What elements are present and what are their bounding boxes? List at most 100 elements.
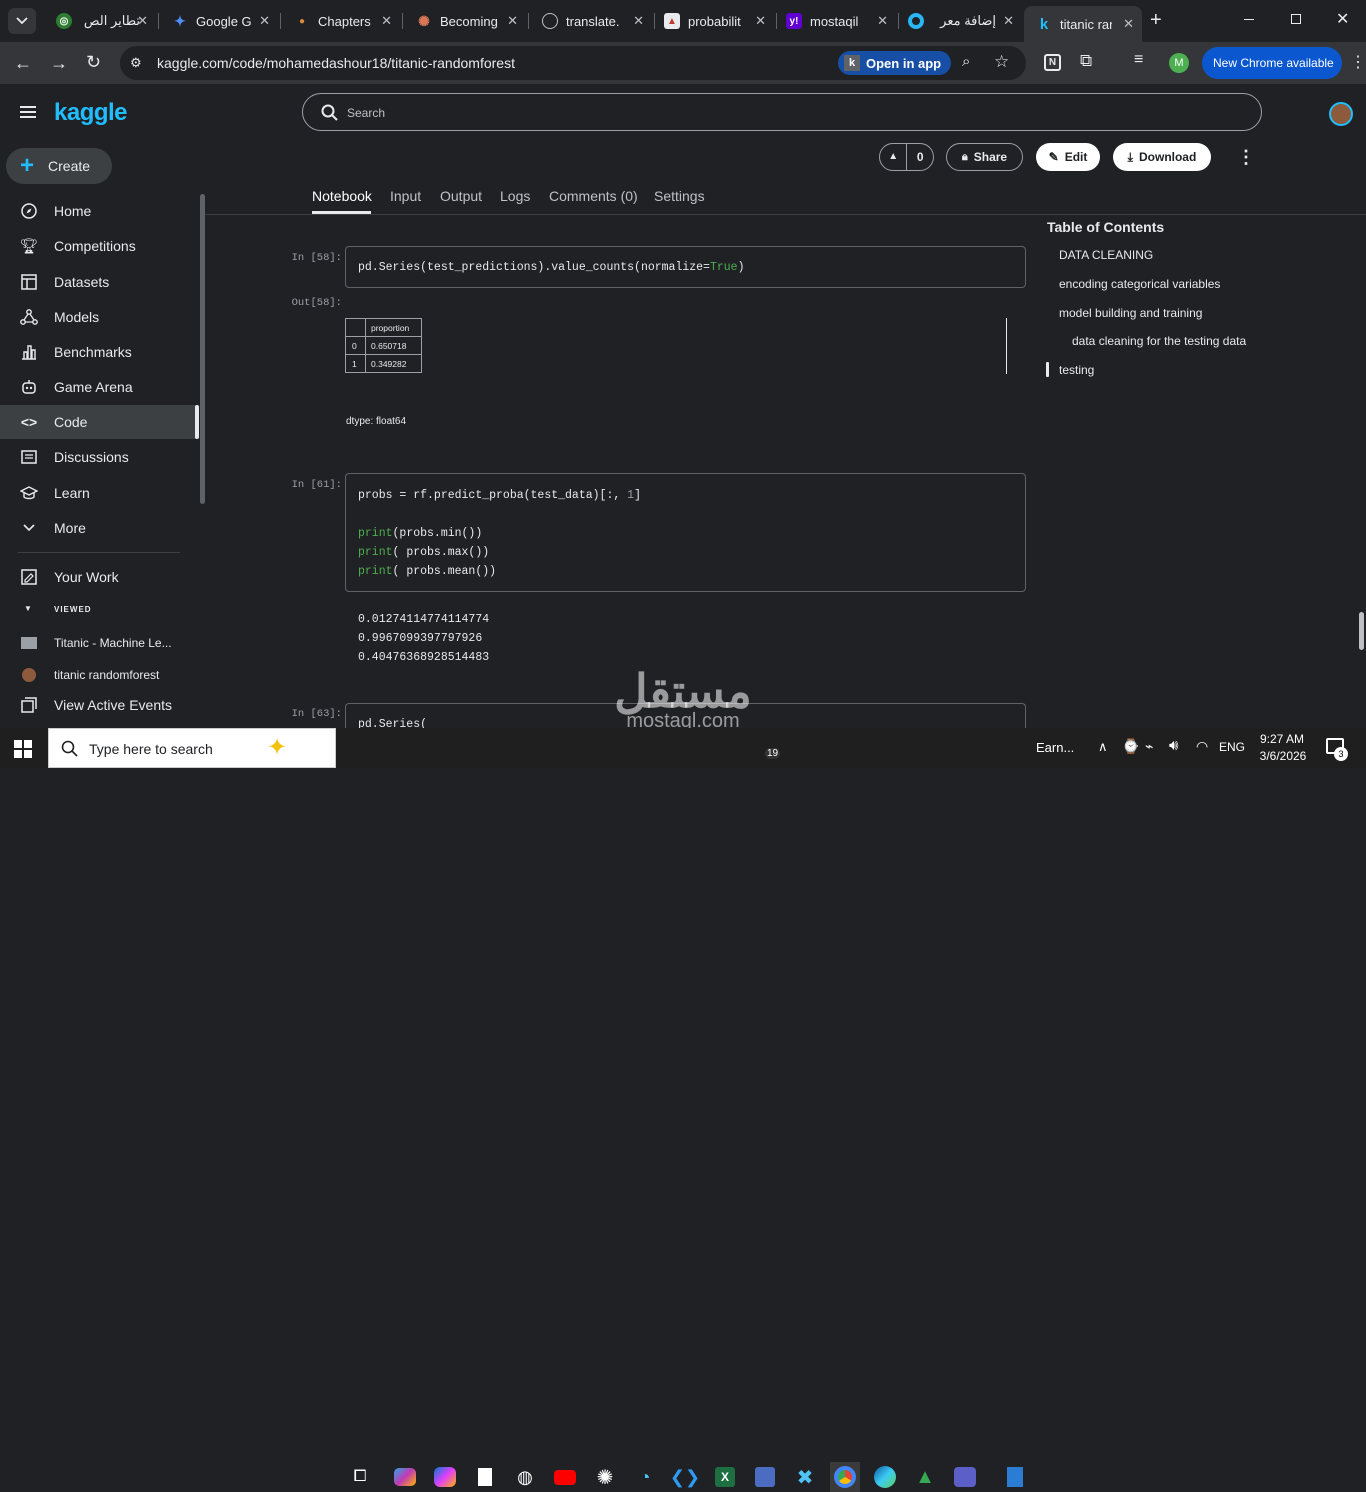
taskbar-earn-label[interactable]: Earn... (1036, 740, 1074, 755)
share-button[interactable]: 🔒︎ Share (946, 143, 1023, 171)
tab-settings[interactable]: Settings (654, 188, 705, 204)
bookmark-star-icon[interactable]: ☆ (994, 52, 1009, 72)
tray-device-icon[interactable]: ⌚ (1122, 738, 1139, 755)
tab-input[interactable]: Input (390, 188, 421, 204)
close-icon[interactable]: ✕ (633, 13, 644, 29)
browser-tab[interactable]: ✺ Becoming ✕ (404, 6, 526, 36)
tray-volume-icon[interactable]: 🔊︎ (1169, 737, 1178, 754)
more-options-icon[interactable]: ⋮ (1237, 147, 1255, 168)
browser-tab[interactable]: translate. ✕ (530, 6, 652, 36)
create-button[interactable]: + Create (6, 148, 112, 184)
task-view-icon[interactable]: ⧠ (345, 1462, 375, 1492)
browser-tab[interactable]: ● Chapters ✕ (282, 6, 400, 36)
kaggle-logo[interactable]: kaggle (54, 99, 128, 127)
code-cell[interactable]: probs = rf.predict_proba(test_data)[:, 1… (345, 473, 1026, 592)
hamburger-menu-icon[interactable] (20, 106, 36, 118)
word-doc-icon[interactable] (1000, 1462, 1030, 1492)
teams-badge-icon[interactable] (750, 1462, 780, 1492)
taskbar-search[interactable]: Type here to search ✦ (48, 728, 336, 768)
close-window-button[interactable]: ✕ (1336, 9, 1349, 29)
sidebar-item-view-active-events[interactable]: View Active Events (0, 688, 200, 722)
new-tab-button[interactable]: + (1150, 9, 1162, 32)
download-button[interactable]: ⤓ Download (1113, 143, 1211, 171)
reload-icon[interactable]: ↻ (86, 52, 101, 73)
sidebar-scrollbar[interactable] (200, 194, 205, 504)
open-in-app-button[interactable]: k Open in app (838, 51, 952, 75)
sidebar-item-discussions[interactable]: Discussions (0, 440, 200, 474)
tab-comments[interactable]: Comments (0) (549, 188, 638, 204)
close-icon[interactable]: ✕ (137, 13, 148, 29)
extensions-icon[interactable]: ⧉ (1080, 51, 1092, 71)
sidebar-item-code[interactable]: <> Code (0, 405, 197, 439)
toc-item-active[interactable]: testing (1059, 363, 1094, 377)
tray-wifi-icon[interactable]: ◠ (1196, 738, 1208, 755)
close-icon[interactable]: ✕ (755, 13, 766, 29)
site-search[interactable]: Search (302, 93, 1262, 131)
user-avatar[interactable] (1329, 102, 1353, 126)
zoom-icon[interactable]: ⌕ (962, 53, 970, 70)
close-icon[interactable]: ✕ (1123, 16, 1134, 32)
app-blue-icon[interactable]: ✖ (790, 1462, 820, 1492)
close-icon[interactable]: ✕ (259, 13, 270, 29)
viewed-toggle-icon[interactable]: ▼ (24, 604, 32, 613)
language-indicator[interactable]: ENG (1219, 740, 1245, 754)
toc-item[interactable]: encoding categorical variables (1059, 277, 1220, 291)
browser-tab-active[interactable]: k titanic ran ✕ (1024, 6, 1142, 42)
app-icon[interactable]: ◍ (510, 1462, 540, 1492)
close-icon[interactable]: ✕ (877, 13, 888, 29)
notion-extension-icon[interactable]: N (1044, 54, 1061, 71)
windows-start-icon[interactable] (14, 740, 32, 758)
back-icon[interactable]: ← (14, 53, 32, 74)
edit-button[interactable]: ✎ Edit (1036, 143, 1100, 171)
output-scrollbar[interactable] (1006, 318, 1007, 374)
sidebar-item-home[interactable]: Home (0, 194, 200, 228)
excel-icon[interactable]: X (710, 1462, 740, 1492)
sidebar-item-models[interactable]: Models (0, 300, 200, 334)
close-icon[interactable]: ✕ (507, 13, 518, 29)
sidebar-item-more[interactable]: More (0, 511, 200, 545)
close-icon[interactable]: ✕ (1003, 13, 1014, 29)
close-icon[interactable]: ✕ (381, 13, 392, 29)
tray-chevron-icon[interactable]: ∧ (1098, 739, 1108, 755)
upvote-icon[interactable]: ▲ (880, 144, 908, 170)
chatgpt-icon[interactable]: ✺ (590, 1462, 620, 1492)
tray-network-icon[interactable]: ⌁ (1145, 738, 1153, 755)
chrome-icon[interactable] (830, 1462, 860, 1492)
page-scrollbar[interactable] (1359, 612, 1364, 650)
browser-tab[interactable]: ✦ Google Gi ✕ (160, 6, 278, 36)
sidebar-item-benchmarks[interactable]: Benchmarks (0, 335, 200, 369)
clock-time[interactable]: 9:27 AM (1258, 732, 1306, 746)
tab-output[interactable]: Output (440, 188, 482, 204)
forward-icon[interactable]: → (50, 53, 68, 74)
file-icon[interactable] (470, 1462, 500, 1492)
copilot-icon[interactable] (430, 1462, 460, 1492)
vscode-icon[interactable]: ❮❯ (670, 1462, 700, 1492)
chrome-menu-icon[interactable]: ⋮ (1350, 52, 1366, 72)
toc-item[interactable]: model building and training (1059, 306, 1202, 320)
browser-tab[interactable]: y! mostaqil ✕ (774, 6, 896, 36)
sidebar-item-datasets[interactable]: Datasets (0, 265, 200, 299)
teams-icon[interactable] (950, 1462, 980, 1492)
browser-tab[interactable]: ◎ تطاير الص ✕ (44, 6, 156, 36)
sidebar-item-competitions[interactable]: 🏆︎ Competitions (0, 229, 200, 263)
clock-date[interactable]: 3/6/2026 (1256, 749, 1310, 763)
code-cell[interactable]: pd.Series(test_predictions).value_counts… (345, 246, 1026, 288)
reading-list-icon[interactable]: ≡ (1134, 51, 1143, 69)
drive-icon[interactable]: ▲ (910, 1462, 940, 1492)
toc-item[interactable]: data cleaning for the testing data (1072, 334, 1246, 348)
tab-search-button[interactable] (8, 8, 36, 34)
sidebar-item-learn[interactable]: Learn (0, 476, 200, 510)
m365-icon[interactable] (390, 1462, 420, 1492)
tab-notebook[interactable]: Notebook (312, 188, 372, 204)
new-chrome-button[interactable]: New Chrome available (1202, 47, 1342, 79)
minimize-button[interactable] (1244, 19, 1254, 20)
toc-item[interactable]: DATA CLEANING (1059, 248, 1153, 262)
browser-tab[interactable]: إضافة معر ✕ (896, 6, 1022, 36)
sidebar-item-game-arena[interactable]: Game Arena (0, 370, 200, 404)
restore-button[interactable] (1291, 14, 1301, 24)
profile-avatar[interactable]: M (1169, 53, 1189, 73)
tab-logs[interactable]: Logs (500, 188, 530, 204)
browser-tab[interactable]: ▲ probabilit ✕ (652, 6, 774, 36)
sidebar-item-your-work[interactable]: Your Work (0, 560, 200, 594)
edge-icon[interactable] (870, 1462, 900, 1492)
